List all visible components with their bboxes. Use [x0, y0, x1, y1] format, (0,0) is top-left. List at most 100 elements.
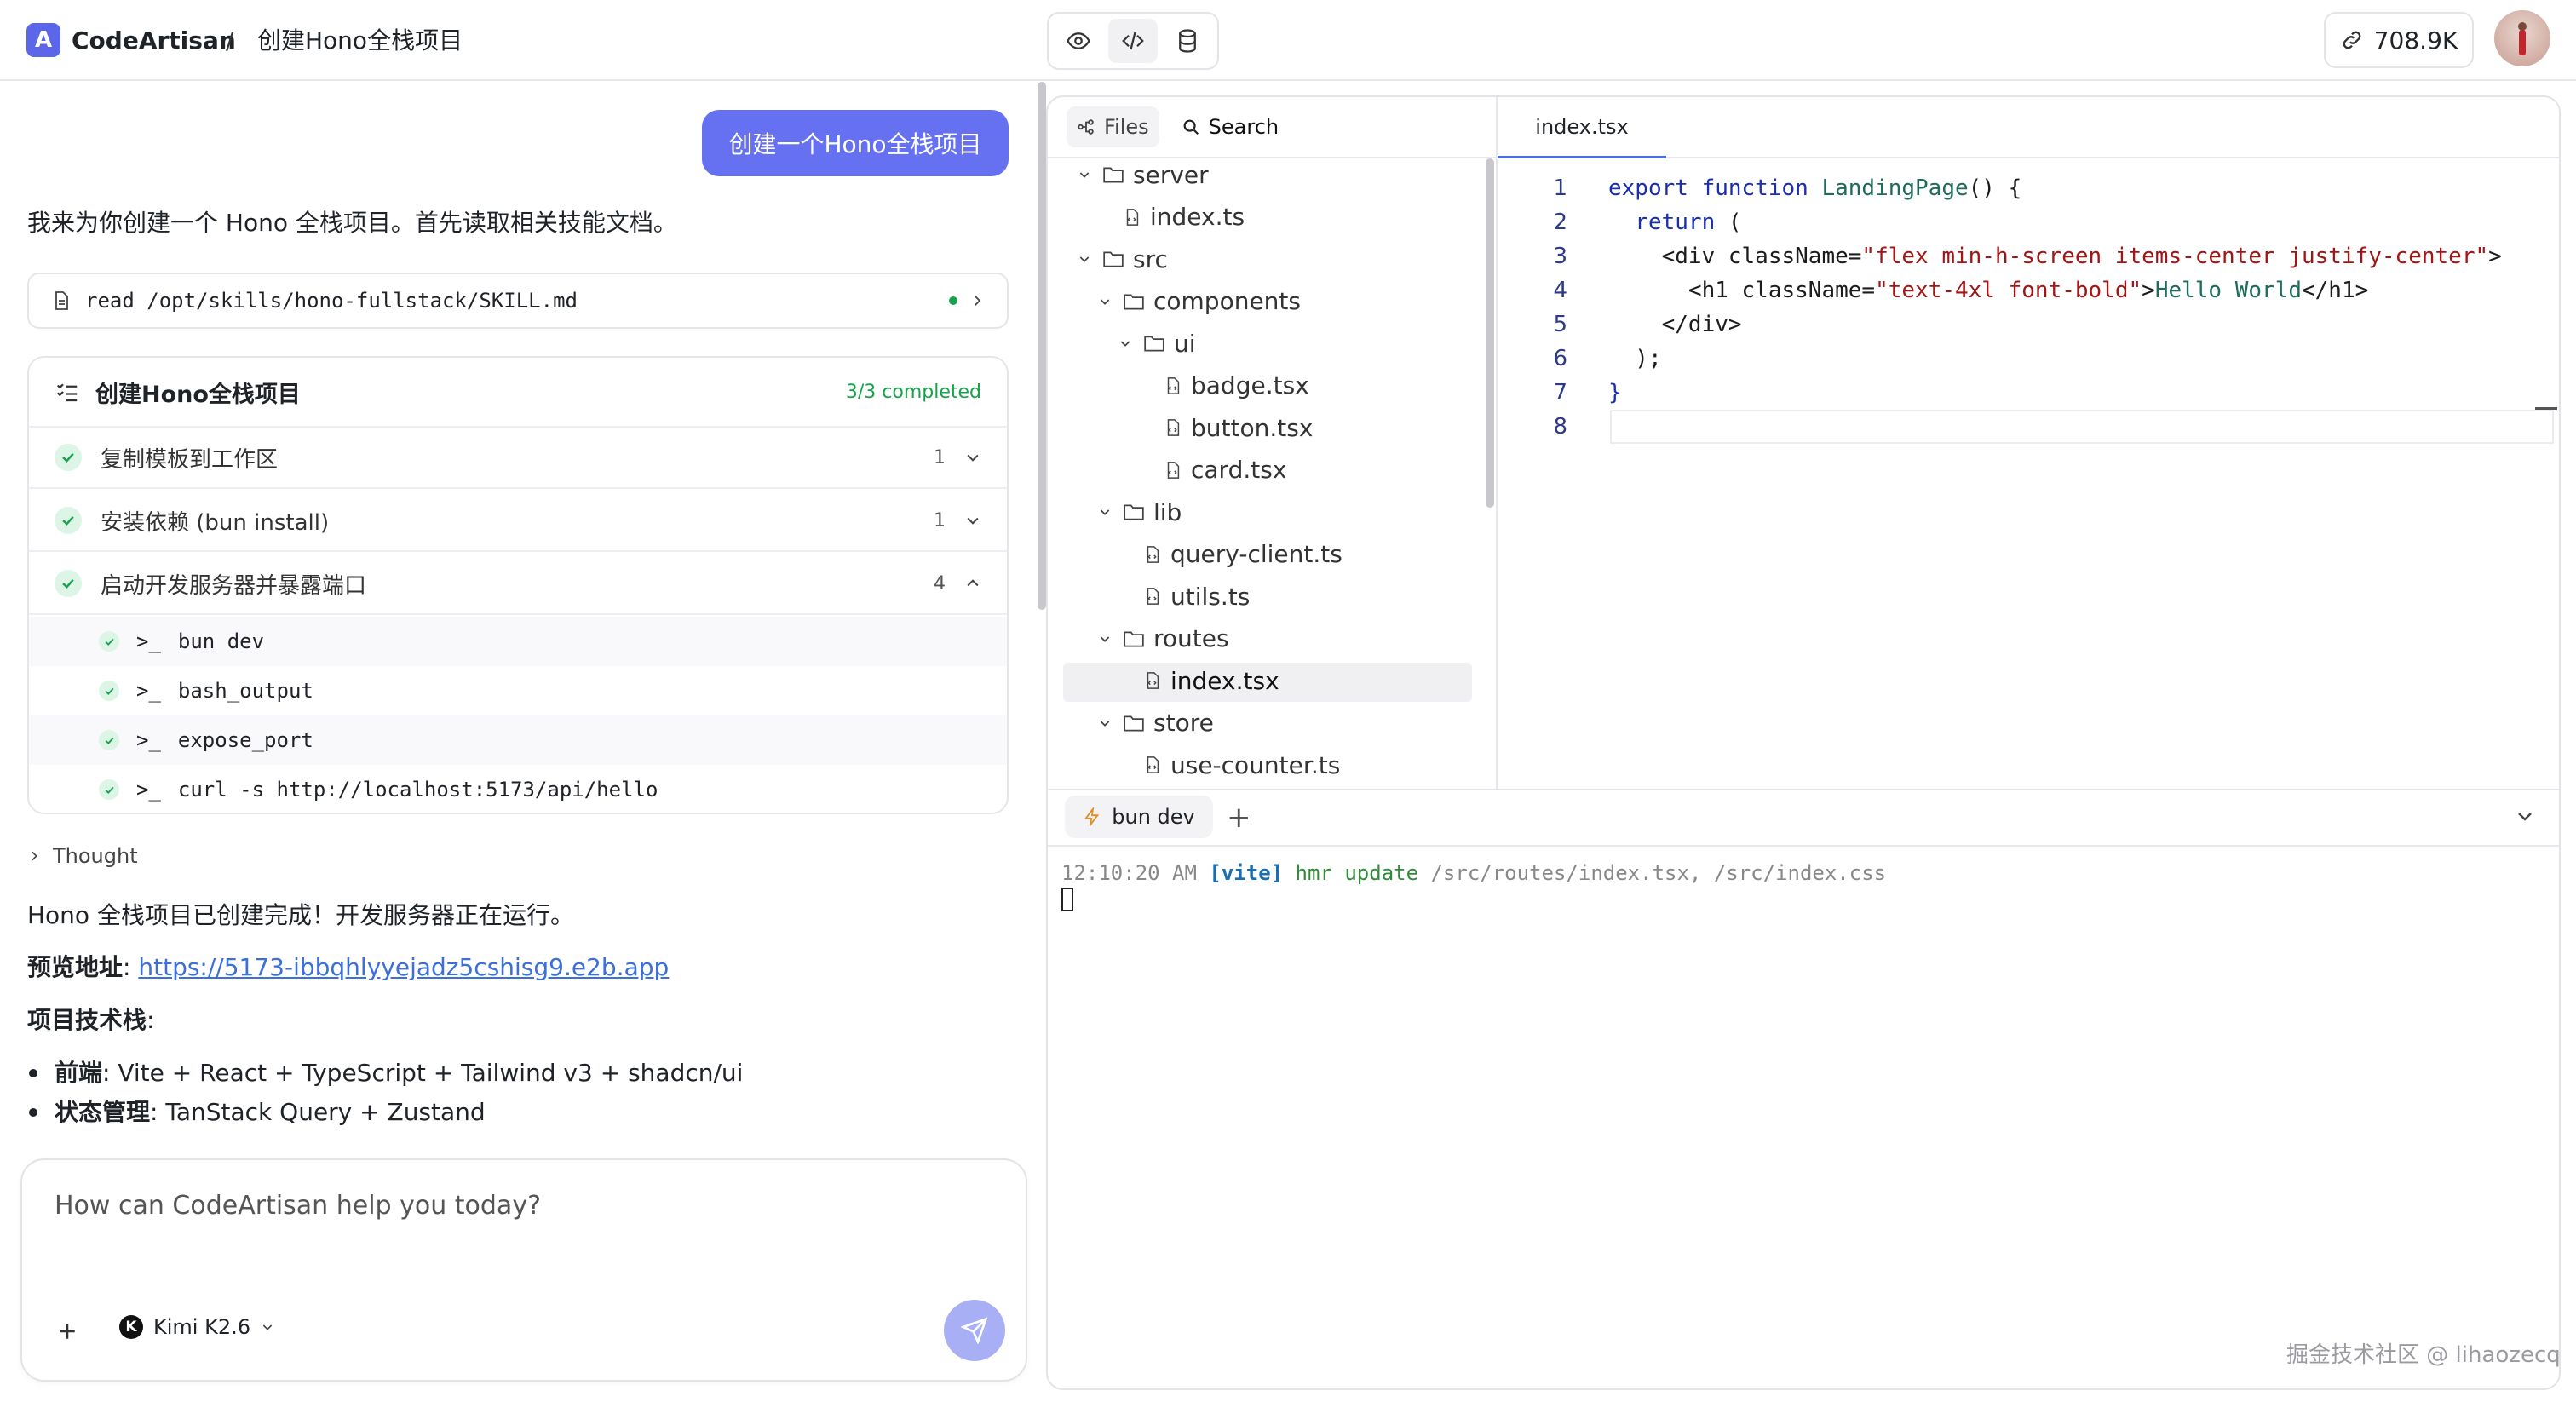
- colon: :: [150, 1098, 158, 1126]
- stack-item-label: 状态管理: [55, 1098, 151, 1126]
- step-row[interactable]: >_ curl -s http://localhost:5173/api/hel…: [29, 765, 1007, 813]
- code-token: </h1>: [2302, 278, 2369, 303]
- token-usage-badge[interactable]: 708.9K: [2324, 12, 2474, 68]
- tree-folder[interactable]: lib: [1095, 493, 1182, 531]
- preview-label: 预览地址: [27, 953, 124, 981]
- file-code-icon: [1164, 417, 1182, 438]
- preview-url-link[interactable]: https://5173-ibbqhlyyejadz5cshisg9.e2b.a…: [138, 953, 669, 981]
- tree-folder[interactable]: store: [1095, 704, 1214, 742]
- terminal-prompt-icon: >_: [136, 679, 161, 703]
- terminal-cursor[interactable]: [1061, 888, 1073, 911]
- attach-button[interactable]: [55, 1319, 80, 1344]
- line-number: 7: [1553, 380, 1567, 405]
- current-line-highlight: [1610, 410, 2554, 444]
- code-line: }: [1608, 376, 1622, 410]
- tree-item-label: button.tsx: [1191, 413, 1314, 442]
- folder-icon: [1123, 713, 1145, 733]
- tree-file[interactable]: button.tsx: [1136, 409, 1313, 446]
- explorer-divider[interactable]: [1496, 97, 1498, 789]
- token-count: 708.9K: [2373, 26, 2458, 55]
- user-avatar[interactable]: [2494, 10, 2550, 66]
- file-tree-scrollbar[interactable]: [1486, 158, 1494, 508]
- folder-icon: [1143, 333, 1165, 353]
- step-command: curl -s http://localhost:5173/api/hello: [177, 778, 658, 802]
- chevron-down-icon: [1095, 295, 1114, 308]
- terminal-prompt-icon: >_: [136, 728, 161, 752]
- view-switcher: [1047, 12, 1219, 70]
- stack-item: 前端: Vite + React + TypeScript + Tailwind…: [55, 1056, 743, 1090]
- code-view-button[interactable]: [1108, 19, 1158, 63]
- thought-toggle[interactable]: Thought: [27, 842, 138, 871]
- preview-view-button[interactable]: [1054, 19, 1103, 63]
- step-row[interactable]: >_ expose_port: [29, 715, 1007, 765]
- send-button[interactable]: [944, 1300, 1005, 1361]
- line-number: 5: [1553, 312, 1567, 337]
- chevron-down-icon: [1116, 336, 1135, 350]
- app-logo[interactable]: A: [26, 23, 60, 57]
- check-icon: [55, 444, 82, 471]
- step-command: bun dev: [177, 629, 265, 653]
- chat-input-placeholder[interactable]: How can CodeArtisan help you today?: [55, 1189, 541, 1223]
- tree-item-label: utils.ts: [1170, 582, 1251, 611]
- tree-file[interactable]: utils.ts: [1116, 577, 1250, 615]
- tree-folder[interactable]: components: [1095, 283, 1301, 320]
- database-view-button[interactable]: [1163, 19, 1212, 63]
- colon: :: [102, 1059, 111, 1087]
- stack-item: 状态管理: TanStack Query + Zustand: [55, 1095, 486, 1129]
- code-line: );: [1608, 342, 1662, 376]
- chat-scrollbar[interactable]: [1038, 82, 1046, 610]
- chevron-down-icon: [1075, 168, 1094, 181]
- step-row[interactable]: >_ bash_output: [29, 666, 1007, 715]
- log-time: 12:10:20 AM: [1061, 861, 1210, 885]
- code-line: return (: [1608, 205, 1742, 239]
- tree-file[interactable]: index.ts: [1095, 198, 1245, 236]
- code-token: >: [2488, 244, 2502, 269]
- overview-ruler-marker: [2535, 407, 2557, 410]
- terminal-prompt-icon: >_: [136, 629, 161, 653]
- tree-file[interactable]: badge.tsx: [1136, 367, 1309, 405]
- tree-folder[interactable]: src: [1075, 240, 1168, 278]
- watermark: 掘金技术社区 @ lihaozecq: [2286, 1342, 2561, 1368]
- step-command: expose_port: [177, 728, 313, 752]
- terminal-tab[interactable]: bun dev: [1065, 796, 1213, 838]
- tab-search[interactable]: Search: [1171, 106, 1289, 147]
- tab-search-label: Search: [1208, 115, 1279, 139]
- tree-file[interactable]: query-client.ts: [1116, 536, 1343, 573]
- file-code-icon: [1143, 586, 1162, 606]
- tree-file[interactable]: index.tsx: [1116, 662, 1279, 699]
- task-row[interactable]: 启动开发服务器并暴露端口 4: [29, 554, 1007, 615]
- task-row[interactable]: 安装依赖 (bun install) 1: [29, 491, 1007, 552]
- line-number: 4: [1553, 278, 1567, 303]
- tree-file[interactable]: use-counter.ts: [1116, 746, 1340, 784]
- task-label: 启动开发服务器并暴露端口: [101, 572, 367, 599]
- task-label: 安装依赖 (bun install): [101, 509, 330, 536]
- code-token: (: [1728, 210, 1742, 235]
- new-terminal-button[interactable]: +: [1227, 801, 1251, 835]
- code-token: );: [1608, 346, 1662, 371]
- file-icon: [55, 291, 68, 310]
- chevron-down-icon: [1095, 632, 1114, 646]
- tool-call-card[interactable]: read /opt/skills/hono-fullstack/SKILL.md: [27, 273, 1009, 329]
- editor-tab-border: [1666, 157, 2559, 158]
- app-name[interactable]: CodeArtisan: [72, 24, 236, 58]
- tab-files[interactable]: Files: [1067, 106, 1159, 147]
- logo-letter: A: [34, 27, 53, 53]
- task-row[interactable]: 复制模板到工作区 1: [29, 428, 1007, 489]
- terminal-tab-label: bun dev: [1112, 805, 1195, 829]
- editor-tab[interactable]: index.tsx: [1498, 97, 1666, 158]
- model-selector[interactable]: K Kimi K2.6: [119, 1315, 274, 1339]
- code-line: export function LandingPage() {: [1608, 171, 2021, 205]
- folder-icon: [1123, 629, 1145, 649]
- code-token: return: [1608, 210, 1728, 235]
- code-token: <h1 className=: [1608, 278, 1876, 303]
- tree-folder[interactable]: server: [1075, 156, 1209, 193]
- stack-item-label: 前端: [55, 1059, 103, 1087]
- status-dot: [949, 296, 957, 305]
- step-row[interactable]: >_ bun dev: [29, 617, 1007, 666]
- tree-folder[interactable]: ui: [1116, 325, 1196, 362]
- task-group-status: 3/3 completed: [845, 381, 981, 403]
- collapse-terminal-button[interactable]: [2515, 806, 2535, 826]
- tree-folder[interactable]: routes: [1095, 620, 1229, 658]
- task-group-header[interactable]: 创建Hono全栈项目 3/3 completed: [29, 358, 1007, 428]
- tree-file[interactable]: card.tsx: [1136, 451, 1286, 489]
